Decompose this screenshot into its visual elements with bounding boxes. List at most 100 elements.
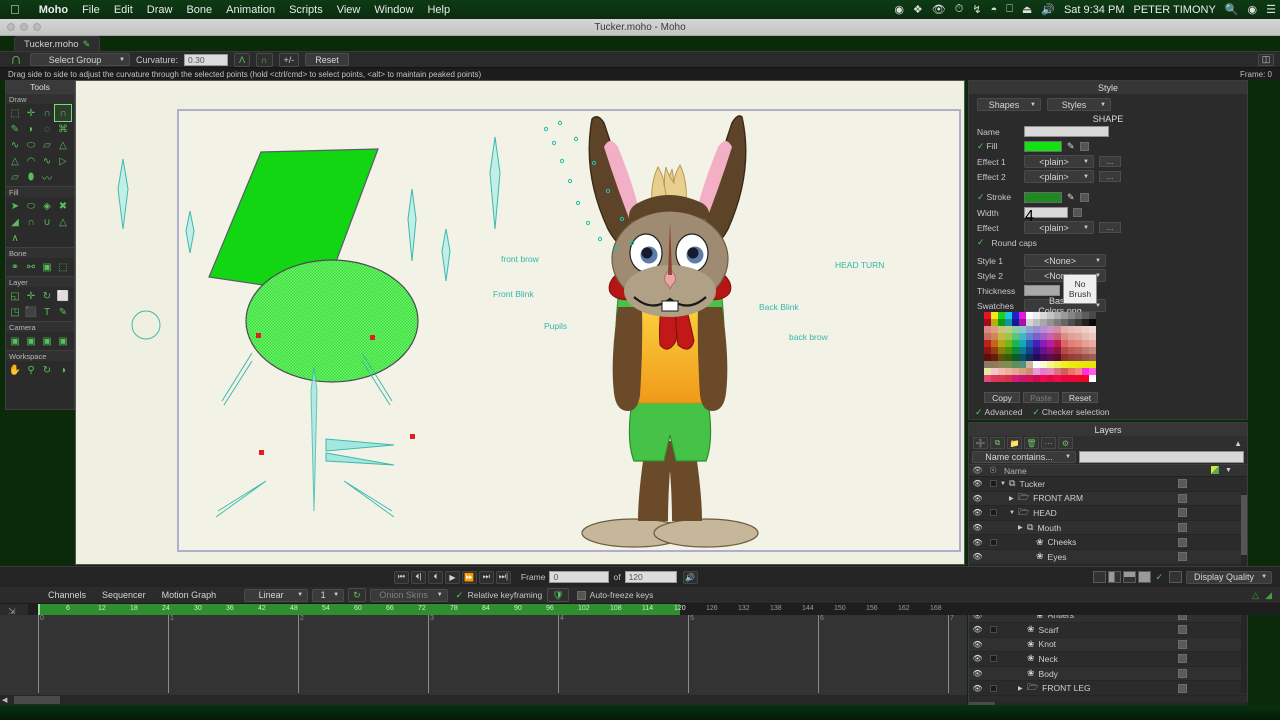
swatch-3-1[interactable]	[991, 333, 998, 340]
keyframe-range-icon[interactable]: ◢	[1265, 590, 1272, 601]
duplicate-layer-icon[interactable]: ⧉	[990, 437, 1005, 449]
layer-color-swatch[interactable]	[1178, 493, 1187, 503]
swatch-3-8[interactable]	[1040, 333, 1047, 340]
swatch-2-11[interactable]	[1061, 326, 1068, 333]
swatch-3-2[interactable]	[998, 333, 1005, 340]
swatch-6-9[interactable]	[1047, 354, 1054, 361]
shear-layer-icon[interactable]: ◳	[7, 304, 23, 320]
layer-visibility-icon[interactable]: 👁	[969, 494, 986, 503]
swatch-3-3[interactable]	[1005, 333, 1012, 340]
layer-filter-dropdown[interactable]: Name contains... ▼	[972, 451, 1076, 463]
checkmark-icon[interactable]: ✓	[1032, 407, 1040, 417]
swatch-9-6[interactable]	[1026, 375, 1033, 382]
layer-lock-checkbox[interactable]	[989, 655, 997, 663]
layer-color-swatch[interactable]	[1178, 625, 1187, 635]
delete-shape-icon[interactable]: ✖	[55, 198, 71, 214]
filter-icon[interactable]: ▼	[1225, 467, 1247, 474]
add-point-icon[interactable]: ∩	[39, 105, 55, 121]
perspective-points-icon[interactable]: △	[55, 137, 71, 153]
swatch-9-5[interactable]	[1019, 375, 1026, 382]
swatch-5-14[interactable]	[1082, 347, 1089, 354]
swatch-8-8[interactable]	[1040, 368, 1047, 375]
record-icon[interactable]: ◉	[894, 3, 904, 16]
swatch-0-15[interactable]	[1089, 312, 1096, 319]
canvas-label-head-turn[interactable]: HEAD TURN	[835, 260, 884, 270]
flip-points-h-icon[interactable]: ▱	[7, 169, 23, 185]
swatch-6-12[interactable]	[1068, 354, 1075, 361]
swatch-4-14[interactable]	[1082, 340, 1089, 347]
swatch-9-2[interactable]	[998, 375, 1005, 382]
swatch-9-11[interactable]	[1061, 375, 1068, 382]
layer-visibility-icon[interactable]: 👁	[969, 669, 986, 678]
swatch-9-12[interactable]	[1068, 375, 1075, 382]
swatch-1-8[interactable]	[1040, 319, 1047, 326]
swatch-8-3[interactable]	[1005, 368, 1012, 375]
swatch-4-11[interactable]	[1061, 340, 1068, 347]
menu-help[interactable]: Help	[420, 4, 457, 16]
swatch-2-4[interactable]	[1012, 326, 1019, 333]
wifi-icon[interactable]: ◓	[991, 4, 998, 16]
swatch-0-6[interactable]	[1026, 312, 1033, 319]
auto-freeze-checkbox[interactable]	[576, 590, 586, 600]
more-options-icon[interactable]: ⋯	[1041, 437, 1056, 449]
width-extra-toggle[interactable]	[1073, 208, 1082, 217]
plus-minus-button[interactable]: +/-	[278, 52, 300, 67]
bend-points-icon[interactable]: ◠	[23, 153, 39, 169]
swatch-7-5[interactable]	[1019, 361, 1026, 368]
swatch-1-13[interactable]	[1075, 319, 1082, 326]
swatch-6-0[interactable]	[984, 354, 991, 361]
swatch-8-13[interactable]	[1075, 368, 1082, 375]
layer-visibility-icon[interactable]: 👁	[969, 552, 986, 561]
swatch-8-10[interactable]	[1054, 368, 1061, 375]
swatch-2-1[interactable]	[991, 326, 998, 333]
swatch-9-0[interactable]	[984, 375, 991, 382]
play-icon[interactable]: ▶	[444, 570, 460, 584]
interpolation-count-dropdown[interactable]: 1 ▼	[312, 588, 345, 602]
swatch-8-7[interactable]	[1033, 368, 1040, 375]
rotate-layer-icon[interactable]: ↻	[39, 288, 55, 304]
pan-workspace-icon[interactable]: ✋	[7, 362, 23, 378]
layer-color-swatch[interactable]	[1178, 479, 1187, 489]
menubar-clock[interactable]: Sat 9:34 PM	[1064, 4, 1125, 16]
swatch-2-7[interactable]	[1033, 326, 1040, 333]
reset-style-button[interactable]: Reset	[1062, 392, 1098, 403]
layer-color-swatch[interactable]	[1178, 639, 1187, 649]
freehand-icon[interactable]: ✎	[7, 121, 23, 137]
swatch-7-0[interactable]	[984, 361, 991, 368]
rewind-to-start-icon[interactable]: ⏮	[393, 570, 409, 584]
eye-icon[interactable]: 👁	[932, 3, 946, 16]
airplay-icon[interactable]: ⎕	[1006, 3, 1013, 16]
chevron-right-icon[interactable]: ▶	[1018, 524, 1027, 531]
layer-filter-input[interactable]	[1079, 451, 1244, 463]
search-icon[interactable]: 🔍	[1225, 3, 1239, 16]
swatch-0-2[interactable]	[998, 312, 1005, 319]
zoom-workspace-icon[interactable]: ⚲	[23, 362, 39, 378]
swatch-4-8[interactable]	[1040, 340, 1047, 347]
swatch-9-10[interactable]	[1054, 375, 1061, 382]
swatch-5-4[interactable]	[1012, 347, 1019, 354]
layer-visibility-icon[interactable]: 👁	[969, 508, 986, 517]
interpolation-dropdown[interactable]: Linear ▼	[244, 588, 309, 602]
swatch-2-9[interactable]	[1047, 326, 1054, 333]
checkmark-icon[interactable]: ✓	[1155, 572, 1163, 583]
swatch-2-8[interactable]	[1040, 326, 1047, 333]
layer-visibility-icon[interactable]: 👁	[969, 538, 986, 547]
layer-lock-checkbox[interactable]	[989, 626, 997, 634]
flip-points-v-icon[interactable]: ⬮	[23, 169, 39, 185]
text-tool-icon[interactable]: T	[39, 304, 55, 320]
swatch-3-11[interactable]	[1061, 333, 1068, 340]
thickness-input[interactable]	[1024, 285, 1060, 296]
swatch-8-9[interactable]	[1047, 368, 1054, 375]
swatch-6-2[interactable]	[998, 354, 1005, 361]
layer-row-body[interactable]: 👁 ❀ Body	[969, 666, 1247, 682]
swatch-4-10[interactable]	[1054, 340, 1061, 347]
layer-settings-icon[interactable]: ⚙	[1058, 437, 1073, 449]
fill-color-swatch[interactable]	[1024, 141, 1062, 152]
layer-visibility-icon[interactable]: 👁	[969, 654, 986, 663]
swatch-2-2[interactable]	[998, 326, 1005, 333]
swatch-1-12[interactable]	[1068, 319, 1075, 326]
swatch-6-4[interactable]	[1012, 354, 1019, 361]
menu-bone[interactable]: Bone	[179, 4, 219, 16]
layer-row-neck[interactable]: 👁 ❀ Neck	[969, 652, 1247, 667]
copy-style-button[interactable]: Copy	[984, 392, 1020, 403]
